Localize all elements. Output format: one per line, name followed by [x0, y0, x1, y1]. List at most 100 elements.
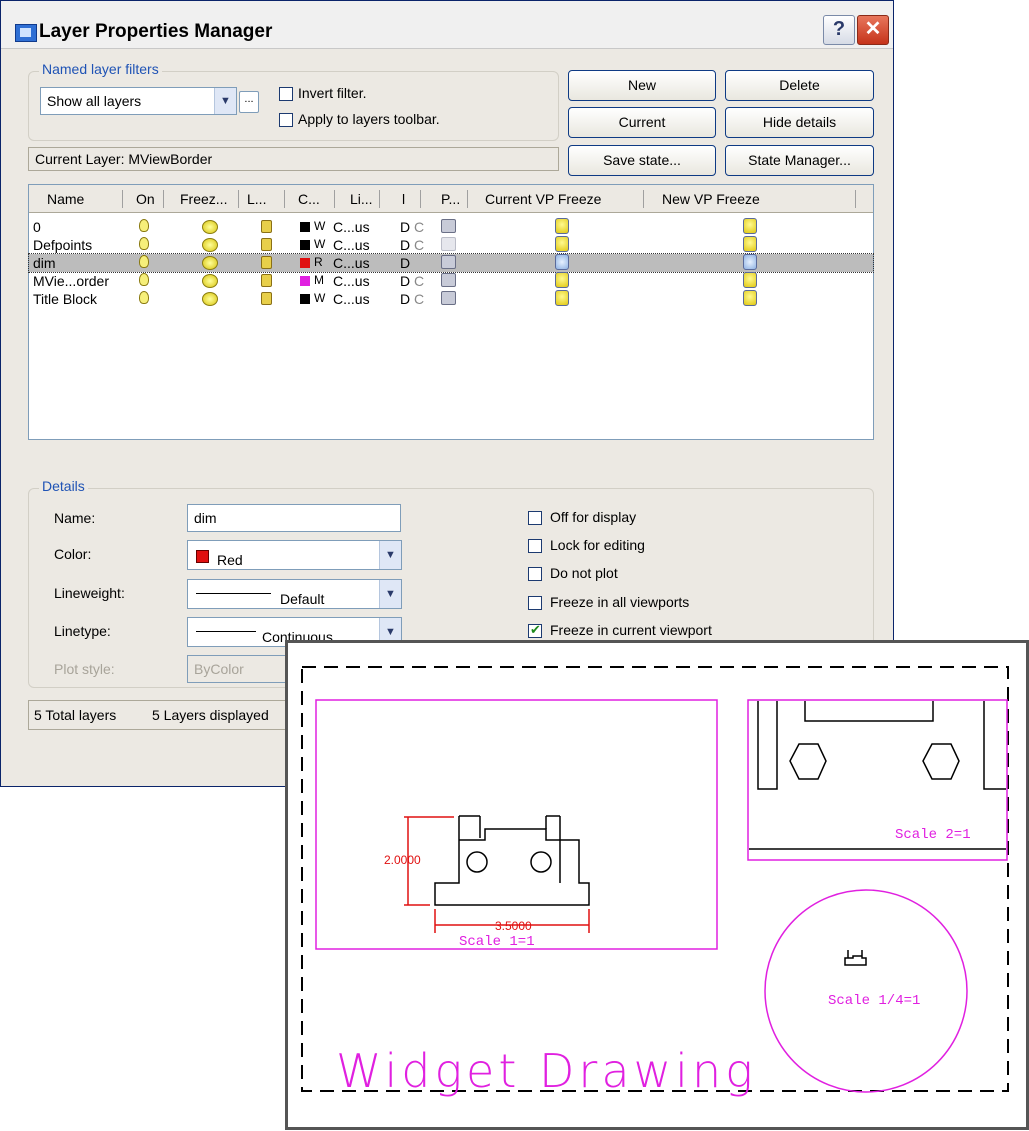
column-header-current-vp-freeze[interactable]: Current VP Freeze — [485, 191, 601, 207]
column-header-on[interactable]: On — [136, 191, 155, 207]
unlocked-padlock-icon[interactable] — [261, 274, 272, 287]
column-header-color[interactable]: C... — [298, 191, 320, 207]
unlocked-padlock-icon[interactable] — [261, 256, 272, 269]
color-swatch[interactable] — [300, 276, 310, 286]
layer-plot-style[interactable]: C — [414, 219, 424, 235]
light-bulb-icon[interactable] — [139, 291, 149, 304]
printer-icon[interactable] — [441, 291, 456, 305]
do-not-plot-checkbox[interactable] — [528, 567, 542, 581]
layer-plot-style[interactable]: C — [414, 291, 424, 307]
column-header-linetype[interactable]: Li... — [350, 191, 373, 207]
column-header-new-vp-freeze[interactable]: New VP Freeze — [662, 191, 760, 207]
layer-lineweight[interactable]: D — [400, 219, 410, 235]
invert-filter-checkbox[interactable] — [279, 87, 293, 101]
new-layer-button[interactable]: New — [568, 70, 716, 101]
lineweight-select[interactable]: Default ▼ — [187, 579, 402, 609]
help-button[interactable]: ? — [823, 15, 855, 45]
freeze-all-viewports-checkbox[interactable] — [528, 596, 542, 610]
light-bulb-icon[interactable] — [139, 255, 149, 268]
layer-row[interactable]: 0 W C...us D C — [29, 218, 873, 236]
off-for-display-checkbox[interactable] — [528, 511, 542, 525]
light-bulb-icon[interactable] — [139, 237, 149, 250]
printer-icon[interactable] — [441, 273, 456, 287]
chevron-down-icon[interactable]: ▼ — [379, 580, 401, 608]
current-vp-frozen-snowflake-icon[interactable] — [555, 254, 569, 270]
layer-linetype[interactable]: C...us — [333, 237, 370, 253]
apply-to-toolbar-checkbox[interactable] — [279, 113, 293, 127]
layer-linetype[interactable]: C...us — [333, 219, 370, 235]
freeze-sun-icon[interactable] — [202, 256, 218, 270]
current-vp-thaw-icon[interactable] — [555, 218, 569, 234]
layer-row[interactable]: Defpoints W C...us D C — [29, 236, 873, 254]
layer-filter-select[interactable]: Show all layers ▼ — [40, 87, 237, 115]
delete-layer-button[interactable]: Delete — [725, 70, 874, 101]
light-bulb-icon[interactable] — [139, 273, 149, 286]
freeze-sun-icon[interactable] — [202, 292, 218, 306]
layer-row[interactable]: MVie...order M C...us D C — [29, 272, 873, 290]
freeze-sun-icon[interactable] — [202, 238, 218, 252]
filter-browse-button[interactable]: ... — [239, 91, 259, 113]
column-divider[interactable] — [284, 190, 285, 208]
new-vp-thaw-icon[interactable] — [743, 218, 757, 234]
viewport-circular[interactable] — [764, 889, 968, 1093]
current-vp-thaw-icon[interactable] — [555, 290, 569, 306]
column-divider[interactable] — [420, 190, 421, 208]
layer-linetype[interactable]: C...us — [333, 273, 370, 289]
printer-icon[interactable] — [441, 255, 456, 269]
unlocked-padlock-icon[interactable] — [261, 238, 272, 251]
layer-row[interactable]: Title Block W C...us D C — [29, 290, 873, 308]
column-divider[interactable] — [379, 190, 380, 208]
freeze-sun-icon[interactable] — [202, 220, 218, 234]
chevron-down-icon[interactable]: ▼ — [214, 88, 236, 114]
layer-plot-style[interactable]: C — [414, 237, 424, 253]
layer-row-selected[interactable]: dim R C...us D — [28, 253, 874, 273]
unlocked-padlock-icon[interactable] — [261, 220, 272, 233]
layer-lineweight[interactable]: D — [400, 255, 410, 271]
color-swatch[interactable] — [300, 222, 310, 232]
state-manager-button[interactable]: State Manager... — [725, 145, 874, 176]
layer-list-table[interactable]: Name On Freez... L... C... Li... l P... … — [28, 184, 874, 440]
column-header-lock[interactable]: L... — [247, 191, 266, 207]
viewport-main[interactable] — [315, 699, 718, 950]
no-plot-printer-icon[interactable] — [441, 237, 456, 251]
color-swatch[interactable] — [300, 294, 310, 304]
column-divider[interactable] — [122, 190, 123, 208]
new-vp-thaw-icon[interactable] — [743, 236, 757, 252]
close-button[interactable]: ✕ — [857, 15, 889, 45]
layer-name-field[interactable]: dim — [187, 504, 401, 532]
freeze-sun-icon[interactable] — [202, 274, 218, 288]
new-vp-frozen-snowflake-icon[interactable] — [743, 254, 757, 270]
current-vp-thaw-icon[interactable] — [555, 272, 569, 288]
layer-lineweight[interactable]: D — [400, 237, 410, 253]
hide-details-button[interactable]: Hide details — [725, 107, 874, 138]
color-select[interactable]: Red ▼ — [187, 540, 402, 570]
light-bulb-icon[interactable] — [139, 219, 149, 232]
column-header-lineweight[interactable]: l — [402, 191, 405, 207]
unlocked-padlock-icon[interactable] — [261, 292, 272, 305]
color-swatch[interactable] — [300, 240, 310, 250]
column-divider[interactable] — [238, 190, 239, 208]
column-header-name[interactable]: Name — [47, 191, 84, 207]
current-vp-thaw-icon[interactable] — [555, 236, 569, 252]
layer-plot-style[interactable]: C — [414, 273, 424, 289]
freeze-current-viewport-checkbox[interactable] — [528, 622, 542, 638]
column-header-freeze[interactable]: Freez... — [180, 191, 227, 207]
column-divider[interactable] — [163, 190, 164, 208]
current-button[interactable]: Current — [568, 107, 716, 138]
layer-lineweight[interactable]: D — [400, 273, 410, 289]
column-divider[interactable] — [334, 190, 335, 208]
new-vp-thaw-icon[interactable] — [743, 290, 757, 306]
new-vp-thaw-icon[interactable] — [743, 272, 757, 288]
column-divider[interactable] — [467, 190, 468, 208]
printer-icon[interactable] — [441, 219, 456, 233]
column-header-plot[interactable]: P... — [441, 191, 460, 207]
color-swatch[interactable] — [300, 258, 310, 268]
column-divider[interactable] — [855, 190, 856, 208]
save-state-button[interactable]: Save state... — [568, 145, 716, 176]
column-divider[interactable] — [643, 190, 644, 208]
layer-linetype[interactable]: C...us — [333, 291, 370, 307]
layer-lineweight[interactable]: D — [400, 291, 410, 307]
title-bar[interactable]: Layer Properties Manager ? ✕ — [1, 1, 893, 49]
layer-linetype[interactable]: C...us — [333, 255, 370, 271]
chevron-down-icon[interactable]: ▼ — [379, 541, 401, 569]
